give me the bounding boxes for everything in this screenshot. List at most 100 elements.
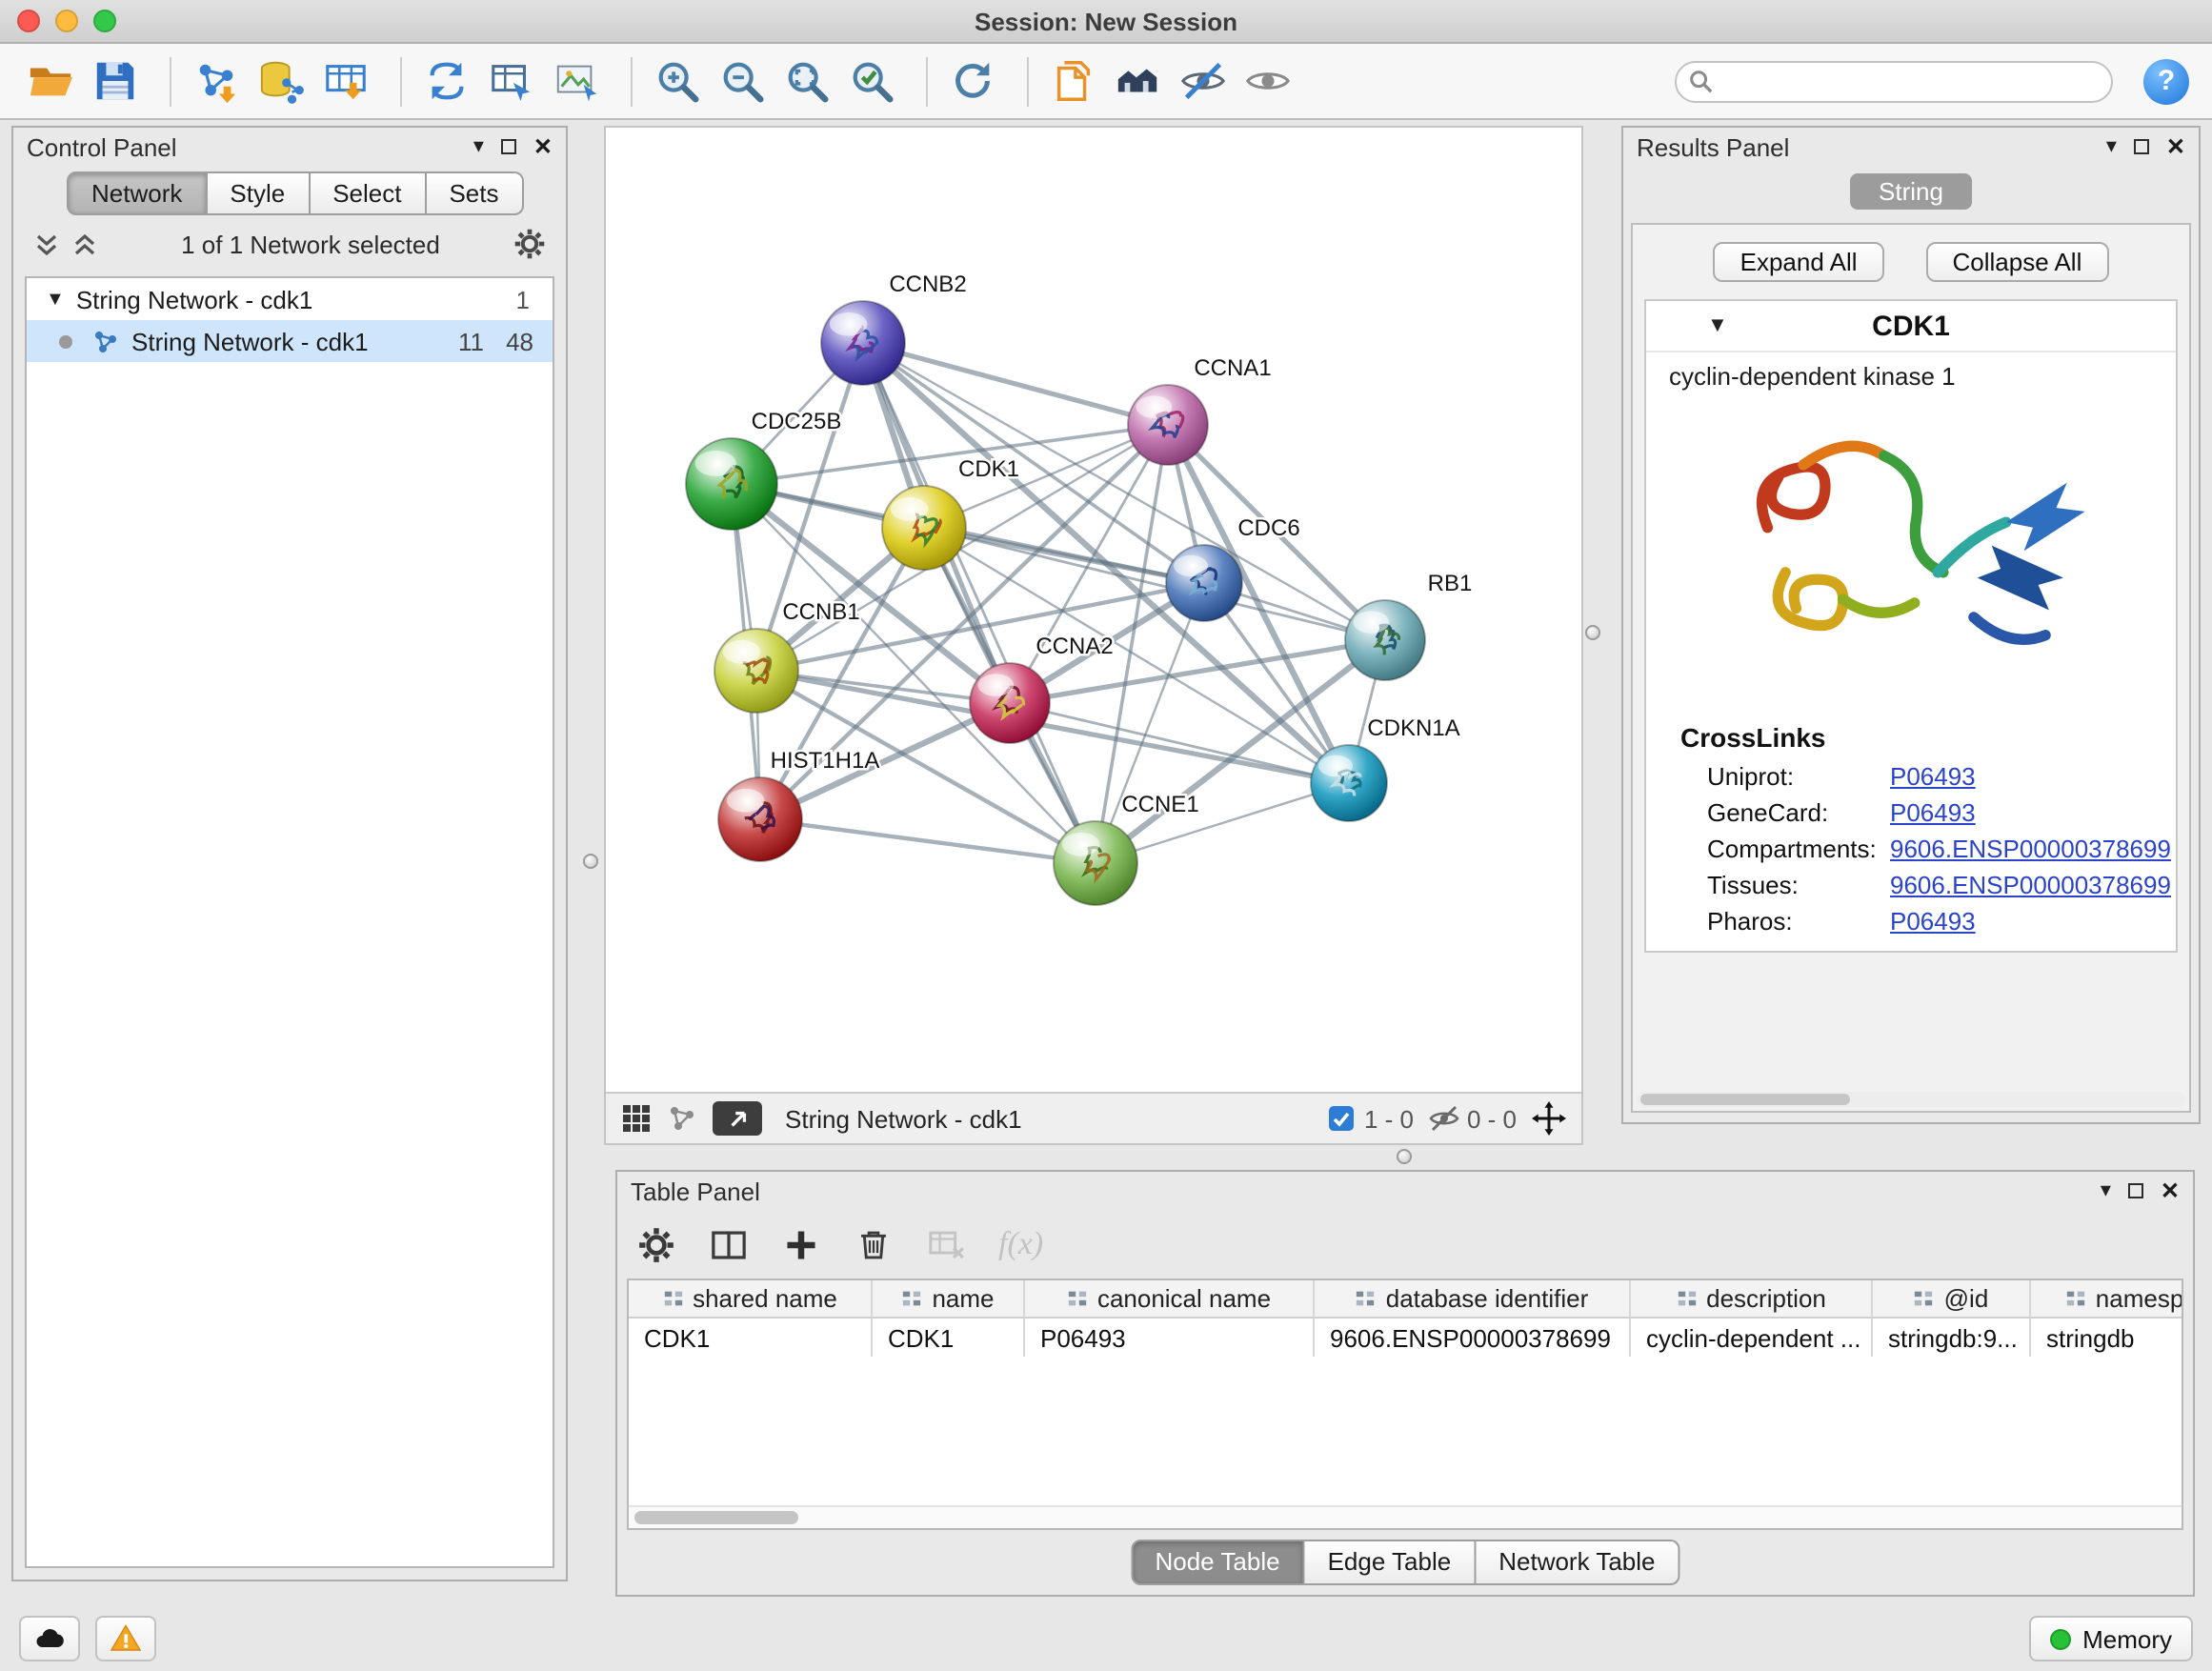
help-icon[interactable]: ? [2143,58,2189,104]
panel-float-icon[interactable] [2128,1183,2143,1198]
splitter-handle[interactable] [1585,625,1600,640]
network-edge[interactable] [760,819,1096,863]
results-horizontal-scrollbar[interactable] [1637,1092,2185,1107]
collection-disclosure-icon[interactable]: ▼ [46,289,65,310]
network-node-CDK1[interactable] [882,486,966,570]
gene-section-header[interactable]: ▼ CDK1 [1646,301,2176,352]
open-manual-icon[interactable] [1046,54,1099,108]
tab-edge-table[interactable]: Edge Table [1305,1540,1477,1585]
panel-close-icon[interactable]: ✕ [2166,135,2185,158]
network-node-CCNE1[interactable] [1054,821,1137,905]
crosslink-value-link[interactable]: 9606.ENSP00000378699 [1890,871,2171,899]
network-node-HIST1H1A[interactable] [718,777,802,861]
close-window-button[interactable] [17,10,40,32]
network-collection-row[interactable]: ▼ String Network - cdk1 1 [27,278,553,320]
panel-collapse-icon[interactable]: ▾ [473,136,484,157]
zoom-fit-icon[interactable] [779,54,833,108]
table-cell[interactable]: P06493 [1025,1319,1315,1357]
panel-close-icon[interactable]: ✕ [2161,1179,2180,1202]
splitter-handle[interactable] [583,854,598,869]
pan-crosshair-icon[interactable] [1532,1101,1566,1136]
table-cell[interactable]: stringdb:9... [1873,1319,2031,1357]
new-network-icon[interactable] [419,54,473,108]
cybrowser-home-icon[interactable] [1111,54,1164,108]
panel-collapse-icon[interactable]: ▾ [2106,136,2117,157]
birdseye-view-button[interactable] [713,1101,762,1136]
network-node-CDC25B[interactable] [686,438,777,530]
network-node-CCNB1[interactable] [714,629,798,713]
export-image-icon[interactable] [549,54,602,108]
grid-view-icon[interactable] [621,1103,652,1134]
network-options-gear-icon[interactable] [513,227,547,261]
add-column-icon[interactable] [781,1224,821,1264]
table-horizontal-scrollbar[interactable] [629,1505,2182,1528]
tab-string[interactable]: String [1850,173,1972,210]
tab-node-table[interactable]: Node Table [1130,1540,1304,1585]
network-view-icon[interactable] [667,1103,697,1134]
zoom-in-icon[interactable] [650,54,703,108]
expand-all-button[interactable]: Expand All [1714,242,1884,282]
delete-column-icon[interactable] [854,1224,894,1264]
zoom-out-icon[interactable] [714,54,768,108]
table-cell[interactable]: CDK1 [629,1319,873,1357]
network-node-CCNA2[interactable] [970,663,1050,743]
network-view[interactable]: CCNB2CCNA1CDC25BCDK1CDC6RB1CCNB1CCNA2CDK… [604,126,1583,1145]
zoom-selected-icon[interactable] [844,54,897,108]
collapse-all-networks-icon[interactable] [32,230,61,258]
crosslink-value-link[interactable]: 9606.ENSP00000378699 [1890,835,2171,863]
crosslink-value-link[interactable]: P06493 [1890,798,1976,827]
section-disclosure-icon[interactable]: ▼ [1707,314,1728,337]
hidden-eye-icon[interactable] [1429,1103,1459,1134]
tab-style[interactable]: Style [207,171,310,215]
tab-sets[interactable]: Sets [426,171,523,215]
column-header-namespace[interactable]: namespace [2031,1280,2183,1319]
show-all-icon[interactable] [1240,54,1294,108]
network-edge[interactable] [863,343,1096,863]
column-header-database-identifier[interactable]: database identifier [1315,1280,1631,1319]
show-columns-icon[interactable] [709,1224,749,1264]
network-canvas[interactable]: CCNB2CCNA1CDC25BCDK1CDC6RB1CCNB1CCNA2CDK… [606,128,1581,1092]
minimize-window-button[interactable] [55,10,78,32]
selected-checkbox-icon[interactable] [1326,1103,1357,1134]
import-network-database-icon[interactable] [253,54,307,108]
save-session-icon[interactable] [88,54,141,108]
column-header-shared-name[interactable]: shared name [629,1280,873,1319]
tab-network[interactable]: Network [67,171,207,215]
column-header-description[interactable]: description [1631,1280,1873,1319]
panel-close-icon[interactable]: ✕ [533,135,553,158]
apply-layout-icon[interactable] [945,54,998,108]
network-node-RB1[interactable] [1345,600,1425,680]
panel-collapse-icon[interactable]: ▾ [2101,1180,2111,1201]
open-session-icon[interactable] [23,54,76,108]
panel-float-icon[interactable] [2134,139,2149,154]
table-row[interactable]: CDK1CDK1P064939606.ENSP00000378699cyclin… [629,1319,2182,1357]
new-table-icon[interactable] [484,54,537,108]
import-network-file-icon[interactable] [189,54,242,108]
table-cell[interactable]: CDK1 [873,1319,1025,1357]
zoom-window-button[interactable] [93,10,116,32]
network-node-CDKN1A[interactable] [1311,745,1387,821]
column-header--id[interactable]: @id [1873,1280,2031,1319]
column-header-canonical-name[interactable]: canonical name [1025,1280,1315,1319]
network-node-CDC6[interactable] [1166,545,1242,621]
search-input[interactable] [1675,60,2113,102]
column-header-name[interactable]: name [873,1280,1025,1319]
table-cell[interactable]: 9606.ENSP00000378699 [1315,1319,1631,1357]
table-cell[interactable]: cyclin-dependent ... [1631,1319,1873,1357]
network-row[interactable]: String Network - cdk1 11 48 [27,320,553,362]
collapse-all-button[interactable]: Collapse All [1926,242,2109,282]
network-node-CCNB2[interactable] [821,301,905,385]
cloud-status-button[interactable] [19,1616,80,1661]
crosslink-value-link[interactable]: P06493 [1890,762,1976,791]
table-settings-gear-icon[interactable] [636,1224,676,1264]
expand-all-networks-icon[interactable] [70,230,99,258]
hide-selected-icon[interactable] [1176,54,1229,108]
crosslink-value-link[interactable]: P06493 [1890,907,1976,936]
table-cell[interactable]: stringdb [2031,1319,2183,1357]
splitter-handle[interactable] [1397,1149,1412,1164]
panel-float-icon[interactable] [501,139,516,154]
tab-network-table[interactable]: Network Table [1476,1540,1679,1585]
memory-button[interactable]: Memory [2029,1616,2193,1661]
network-node-CCNA1[interactable] [1128,385,1208,465]
tab-select[interactable]: Select [310,171,426,215]
